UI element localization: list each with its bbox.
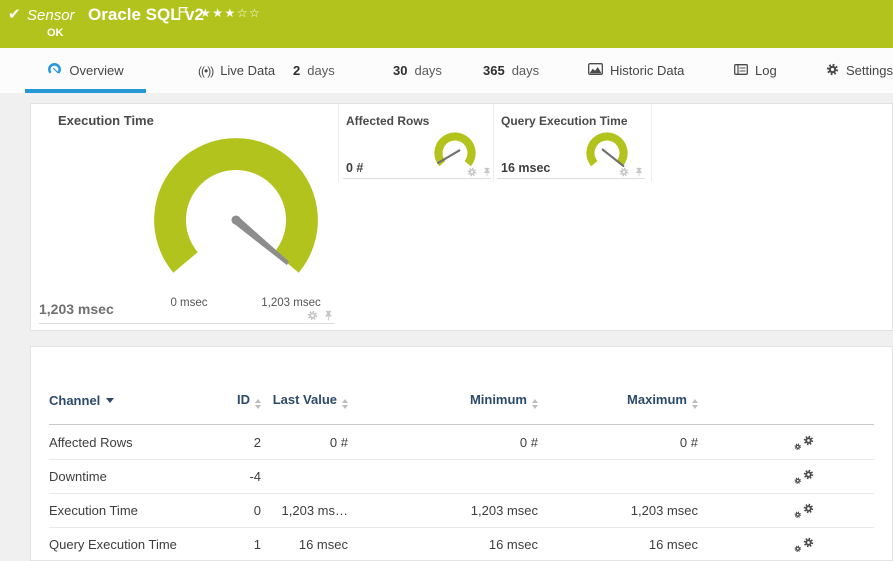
historic-chart-icon <box>588 62 603 79</box>
priority-stars[interactable]: ★★★☆☆ <box>200 6 261 20</box>
column-header-minimum-label: Minimum <box>469 392 527 407</box>
status-ok-check-icon: ✔ <box>8 6 21 23</box>
tab-2-days[interactable]: 2 days <box>293 48 335 93</box>
sorted-descending-icon <box>106 398 115 403</box>
column-header-channel[interactable]: Channel <box>49 393 231 408</box>
object-kind-label: Sensor <box>27 7 75 24</box>
maximum-cell: 16 msec <box>648 537 698 552</box>
execution-time-gauge-title: Execution Time <box>58 113 154 128</box>
id-cell: 0 <box>253 503 261 518</box>
tab-2-days-number: 2 <box>293 63 301 78</box>
sensor-status-badge: OK <box>47 27 64 39</box>
column-header-channel-label: Channel <box>49 393 101 408</box>
table-row[interactable]: Downtime -4 <box>49 460 874 494</box>
tab-bar: Overview ((•)) Live Data 2 days 30 days … <box>0 48 893 93</box>
tab-overview[interactable]: Overview <box>25 48 146 93</box>
table-header-row: Channel ID Last Value Minimum Maximum <box>49 377 874 425</box>
table-row[interactable]: Query Execution Time 1 16 msec 16 msec 1… <box>49 528 874 561</box>
id-cell: 2 <box>253 435 261 450</box>
gauges-panel: Execution Time 0 msec 1,203 msec 1,203 m… <box>30 103 893 331</box>
tab-2-days-word: days <box>307 63 335 78</box>
execution-time-gauge-value: 1,203 msec <box>39 301 114 317</box>
column-header-maximum-label: Maximum <box>627 392 687 407</box>
edit-channel-gears-icon[interactable] <box>794 435 814 451</box>
gauge-scale-min: 0 msec <box>170 297 208 309</box>
tab-365-days-word: days <box>511 63 540 78</box>
gauge-scale-max: 1,203 msec <box>261 297 321 309</box>
query-execution-time-gauge-value: 16 msec <box>501 161 551 175</box>
column-header-id-label: ID <box>237 392 250 407</box>
column-header-maximum[interactable]: Maximum <box>538 392 698 409</box>
affected-rows-gauge-value: 0 # <box>346 161 364 175</box>
widget-bottom-line <box>343 178 491 179</box>
last-value-cell: 16 msec <box>298 537 348 552</box>
tab-settings-label: Settings <box>846 63 893 78</box>
affected-rows-gauge-title: Affected Rows <box>346 114 430 128</box>
widget-pin-icon[interactable] <box>482 167 492 177</box>
widget-divider <box>493 104 494 182</box>
last-value-cell: 1,203 ms… <box>281 503 348 518</box>
active-tab-underline <box>25 89 146 93</box>
widget-bottom-line <box>497 178 645 179</box>
widget-footer-icons <box>307 310 334 321</box>
channel-name-cell[interactable]: Execution Time <box>49 503 231 518</box>
column-header-last-value[interactable]: Last Value <box>261 392 348 409</box>
tab-30-days-word: days <box>414 63 442 78</box>
minimum-cell: 0 # <box>519 435 538 450</box>
widget-divider <box>651 104 652 182</box>
tab-historic-data-label: Historic Data <box>610 63 685 78</box>
widget-gear-icon[interactable] <box>467 167 477 177</box>
maximum-cell: 0 # <box>679 435 698 450</box>
tab-live-data[interactable]: ((•)) Live Data <box>198 48 275 93</box>
widget-pin-icon[interactable] <box>323 310 334 321</box>
column-header-minimum[interactable]: Minimum <box>348 392 538 409</box>
sort-icon <box>692 399 698 409</box>
column-header-last-value-label: Last Value <box>272 392 337 407</box>
query-execution-time-gauge-title: Query Execution Time <box>501 114 628 128</box>
channel-name-cell[interactable]: Affected Rows <box>49 435 231 450</box>
maximum-cell: 1,203 msec <box>630 503 698 518</box>
id-cell: -4 <box>249 469 261 484</box>
channel-table-panel: Channel ID Last Value Minimum Maximum Af… <box>30 346 893 561</box>
gauge-icon <box>47 62 62 80</box>
tab-log-label: Log <box>755 63 777 78</box>
tab-30-days[interactable]: 30 days <box>393 48 442 93</box>
tab-overview-label: Overview <box>69 63 124 78</box>
sensor-header: ✔ Sensor Oracle SQL v2 ★★★☆☆ OK <box>0 0 893 48</box>
tab-365-days[interactable]: 365 days <box>483 48 539 93</box>
table-body: Affected Rows 2 0 # 0 # 0 # Downtime -4 <box>49 426 874 561</box>
gear-icon <box>826 63 839 79</box>
tab-historic-data[interactable]: Historic Data <box>588 48 684 93</box>
table-row[interactable]: Execution Time 0 1,203 ms… 1,203 msec 1,… <box>49 494 874 528</box>
id-cell: 1 <box>253 537 261 552</box>
channel-name-cell[interactable]: Query Execution Time <box>49 537 231 552</box>
live-data-icon: ((•)) <box>198 63 214 78</box>
widget-gear-icon[interactable] <box>619 167 629 177</box>
flag-icon[interactable] <box>178 6 189 24</box>
tab-365-days-number: 365 <box>483 63 505 78</box>
widget-footer-icons <box>467 167 492 177</box>
last-value-cell: 0 # <box>329 435 348 450</box>
tab-log[interactable]: Log <box>734 48 777 93</box>
execution-time-gauge[interactable] <box>145 129 327 311</box>
edit-channel-gears-icon[interactable] <box>794 469 814 485</box>
widget-bottom-line <box>39 323 335 324</box>
widget-pin-icon[interactable] <box>634 167 644 177</box>
table-row[interactable]: Affected Rows 2 0 # 0 # 0 # <box>49 426 874 460</box>
minimum-cell: 1,203 msec <box>470 503 538 518</box>
tab-30-days-number: 30 <box>393 63 408 78</box>
edit-channel-gears-icon[interactable] <box>794 503 814 519</box>
channel-name-cell[interactable]: Downtime <box>49 469 231 484</box>
widget-footer-icons <box>619 167 644 177</box>
prtg-sensor-page: ✔ Sensor Oracle SQL v2 ★★★☆☆ OK Overview… <box>0 0 893 561</box>
minimum-cell: 16 msec <box>488 537 538 552</box>
tab-live-data-label: Live Data <box>220 63 276 78</box>
widget-gear-icon[interactable] <box>307 310 318 321</box>
column-header-id[interactable]: ID <box>231 392 261 409</box>
widget-divider <box>338 104 339 182</box>
tab-settings[interactable]: Settings <box>826 48 893 93</box>
edit-channel-gears-icon[interactable] <box>794 537 814 553</box>
log-list-icon <box>734 63 748 78</box>
